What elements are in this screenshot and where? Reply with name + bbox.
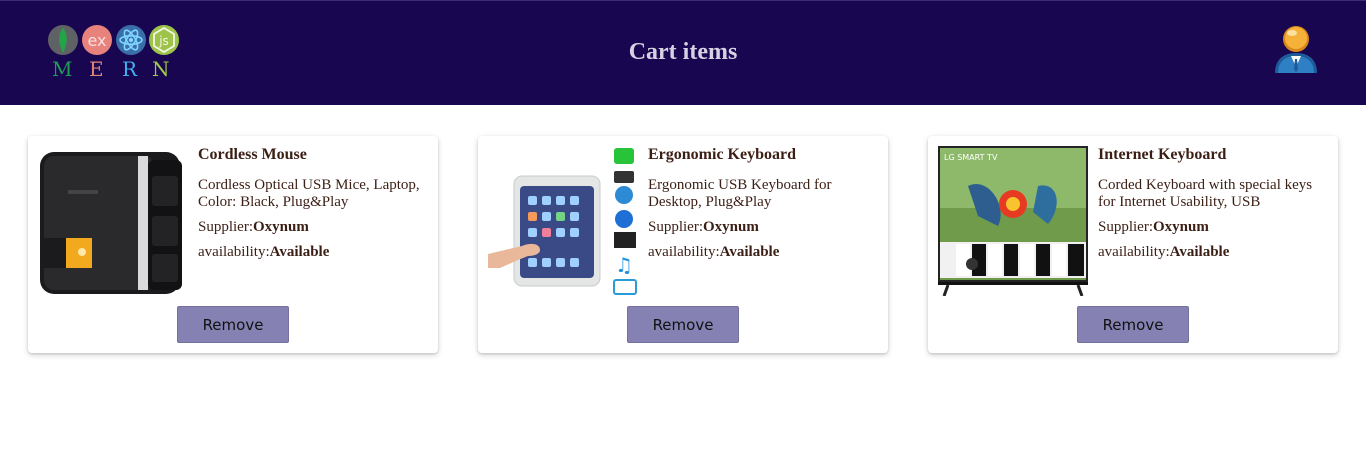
remove-button[interactable]: Remove (627, 306, 739, 343)
availability-value: Available (719, 244, 780, 260)
availability-value: Available (269, 244, 330, 260)
product-supplier: Supplier:Oxynum (1098, 219, 1209, 235)
product-name: Ergonomic Keyboard (648, 146, 796, 163)
cart-item-card: Cordless Mouse Cordless Optical USB Mice… (28, 136, 438, 353)
product-description: Ergonomic USB Keyboard for Desktop, Plug… (648, 177, 832, 210)
cart-item-info: Internet Keyboard Corded Keyboard with s… (1098, 146, 1322, 261)
product-supplier: Supplier:Oxynum (648, 219, 759, 235)
svg-text:♫: ♫ (615, 253, 633, 277)
app-header: ex js M E R N Cart items (0, 0, 1366, 105)
supplier-value: Oxynum (253, 219, 309, 235)
product-supplier: Supplier:Oxynum (198, 219, 309, 235)
product-description: Corded Keyboard with special keys for In… (1098, 177, 1313, 210)
page-title: Cart items (628, 39, 738, 65)
supplier-value: Oxynum (1153, 219, 1209, 235)
product-availability: availability:Available (1098, 244, 1230, 260)
lg-smart-tv-image: LG SMART TV (938, 146, 1088, 296)
user-avatar-icon[interactable] (1272, 23, 1320, 75)
product-name: Internet Keyboard (1098, 146, 1227, 163)
product-availability: availability:Available (198, 244, 330, 260)
cart-item-info: Ergonomic Keyboard Ergonomic USB Keyboar… (648, 146, 872, 261)
waterproof-phone-pouch-image: ♫ (488, 148, 637, 295)
product-name: Cordless Mouse (198, 146, 307, 163)
cart-item-card: ♫ Ergonomic Keyboard Ergonomic USB Keybo… (478, 136, 888, 353)
availability-value: Available (1169, 244, 1230, 260)
cart-item-info: Cordless Mouse Cordless Optical USB Mice… (198, 146, 422, 261)
stabilizer-image (40, 152, 182, 294)
svg-text:LG SMART TV: LG SMART TV (944, 153, 998, 162)
product-description: Cordless Optical USB Mice, Laptop, Color… (198, 177, 420, 210)
cart-item-card: LG SMART TV Internet Keyboard Corded Key… (928, 136, 1338, 353)
remove-button[interactable]: Remove (177, 306, 289, 343)
remove-button[interactable]: Remove (1077, 306, 1189, 343)
supplier-value: Oxynum (703, 219, 759, 235)
product-availability: availability:Available (648, 244, 780, 260)
